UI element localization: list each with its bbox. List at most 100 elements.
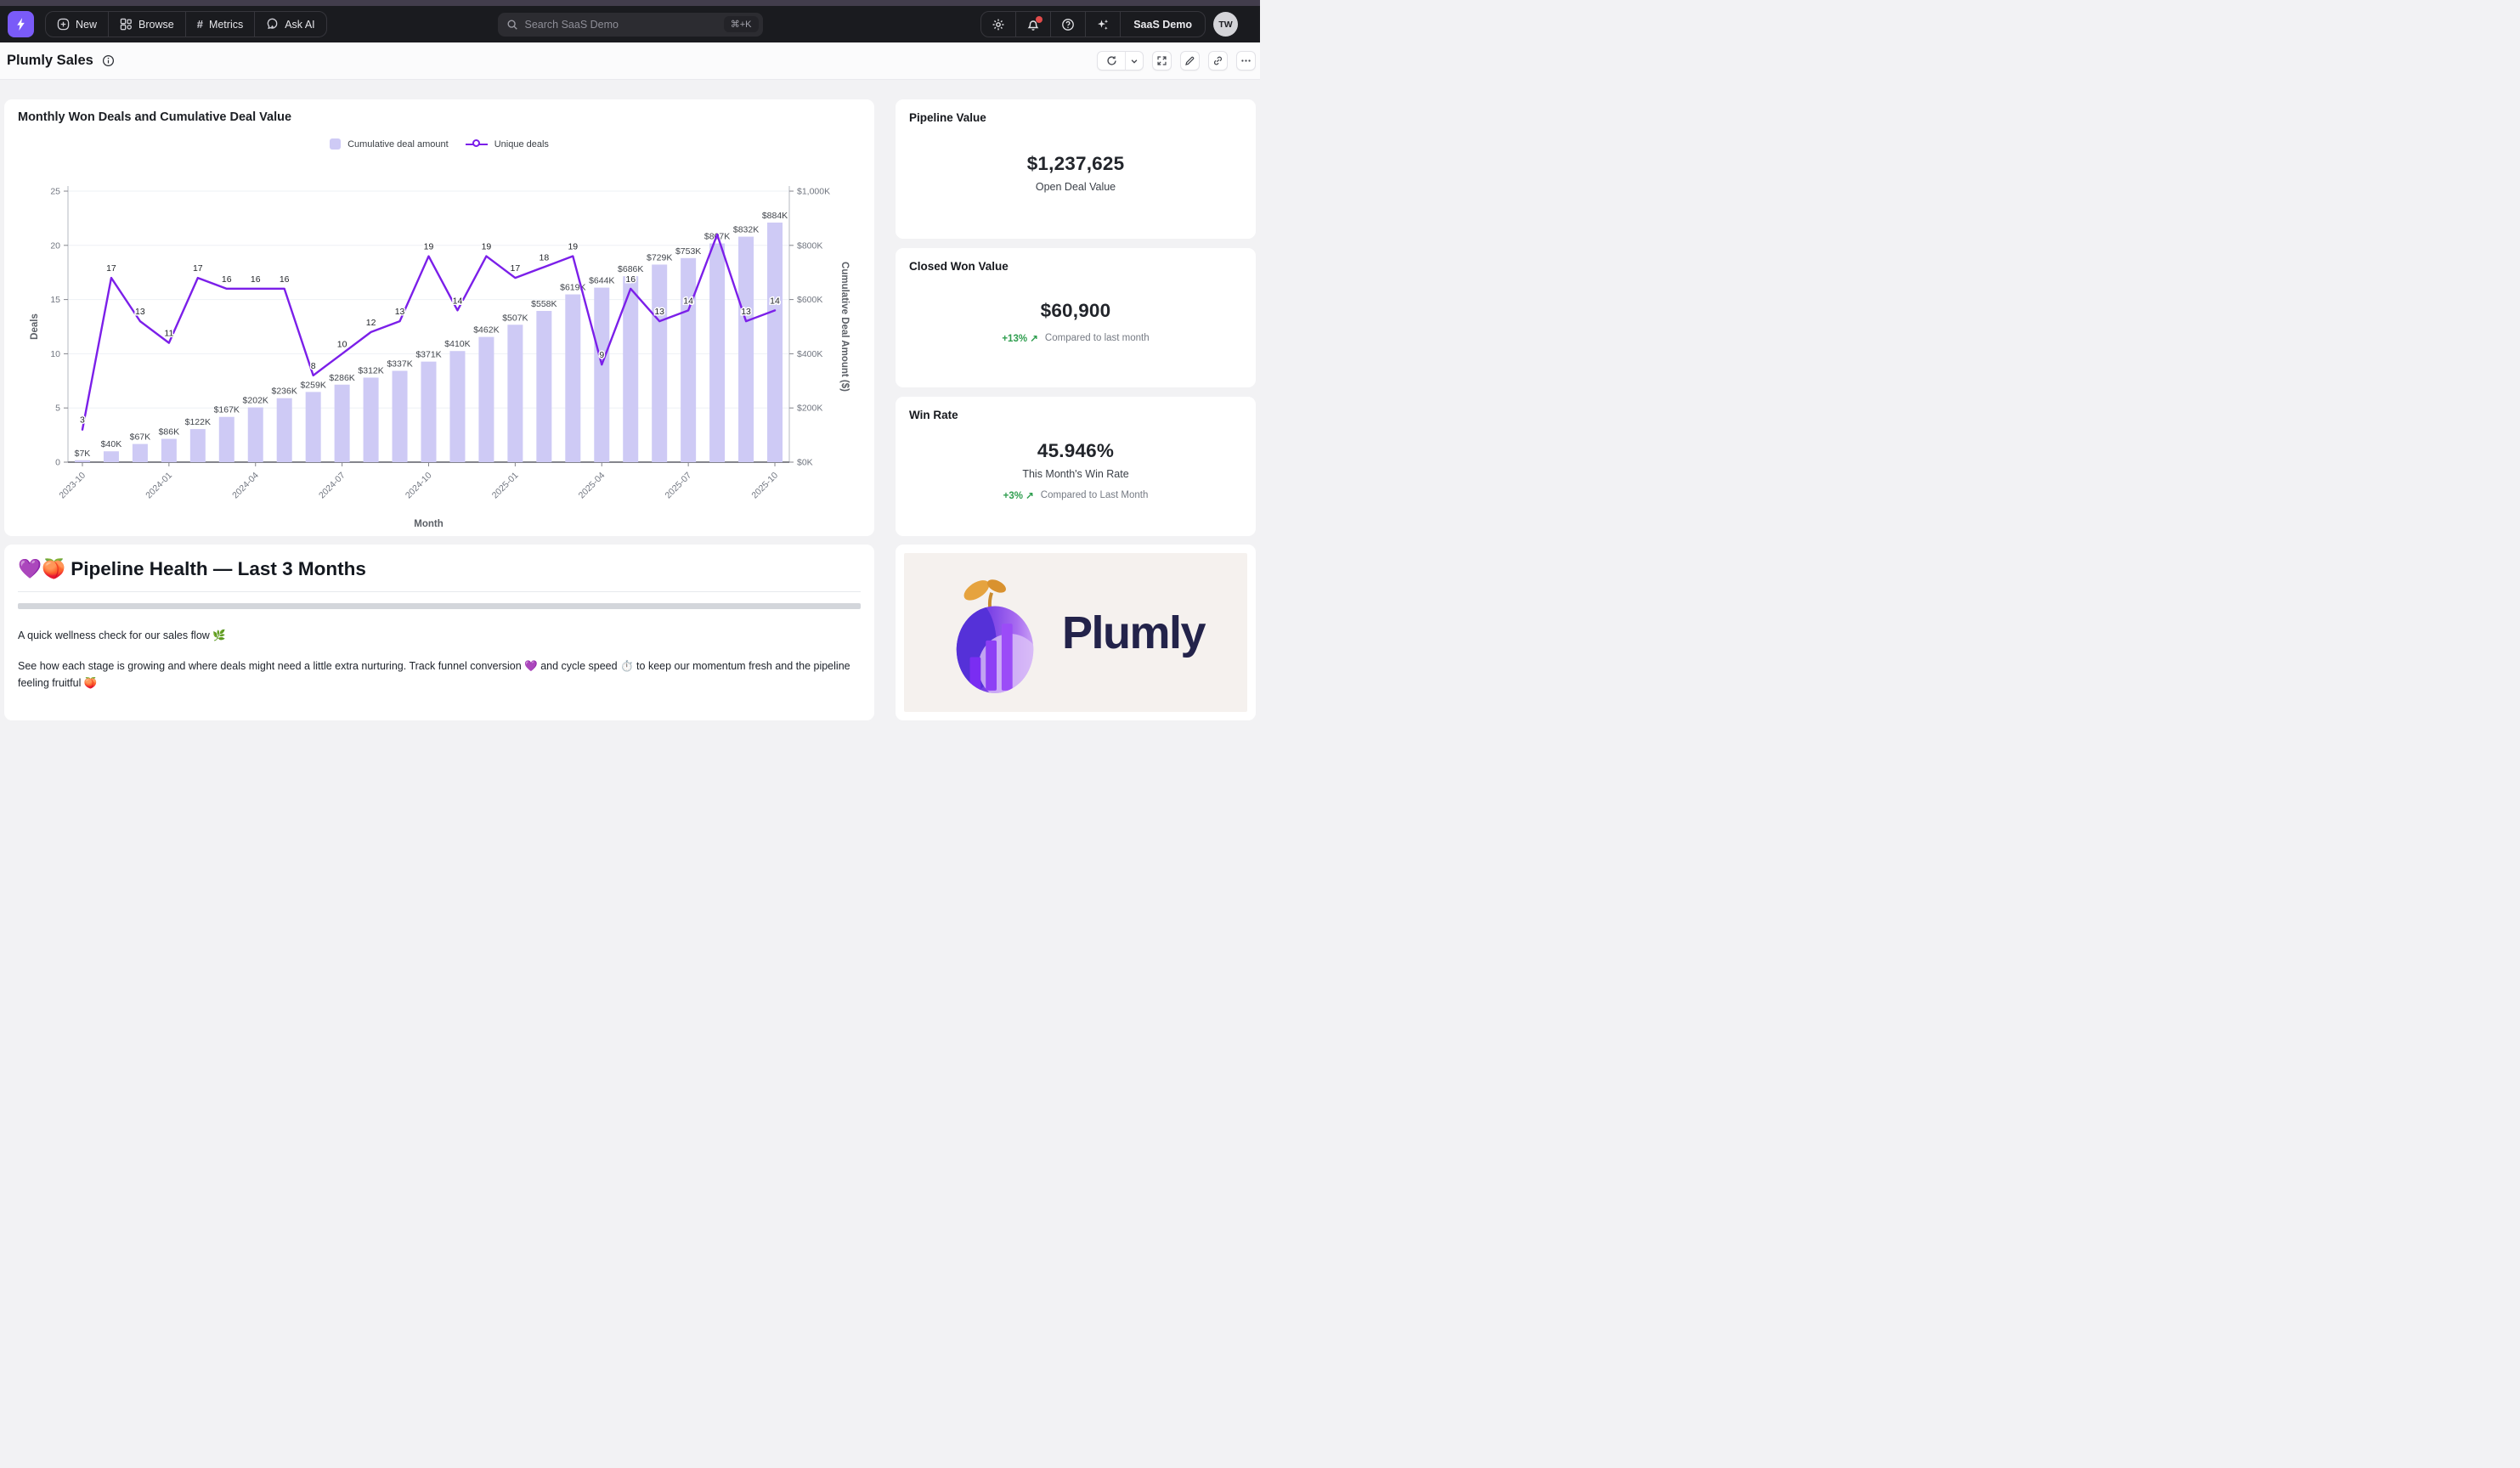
chat-star-icon [266,18,279,31]
refresh-options-button[interactable] [1126,52,1143,70]
ai-assistant-button[interactable] [1086,12,1121,37]
fullscreen-button[interactable] [1152,51,1172,71]
svg-text:$236K: $236K [272,387,297,397]
svg-text:$0K: $0K [797,458,813,468]
chart-tile: Monthly Won Deals and Cumulative Deal Va… [4,99,874,536]
right-column: Pipeline Value $1,237,625 Open Deal Valu… [896,99,1256,720]
svg-text:$259K: $259K [300,380,325,390]
svg-text:0: 0 [55,458,60,468]
search-shortcut-badge: ⌘+K [724,16,759,32]
more-options-button[interactable] [1236,51,1256,71]
svg-text:$644K: $644K [589,276,614,286]
nav-button-group: New Browse # Metrics Ask AI [45,11,327,37]
svg-text:13: 13 [135,307,145,317]
svg-text:$800K: $800K [797,240,822,251]
svg-text:$40K: $40K [101,439,122,449]
avatar-initials: TW [1218,20,1232,30]
workspace-switcher[interactable]: SaaS Demo [1121,12,1205,37]
svg-text:8: 8 [311,361,316,371]
svg-text:13: 13 [741,307,751,317]
brand-wordmark: Plumly [1062,607,1205,659]
svg-text:$507K: $507K [502,313,528,323]
new-button[interactable]: New [46,12,109,37]
left-column: Monthly Won Deals and Cumulative Deal Va… [4,99,874,720]
edit-button[interactable] [1180,51,1200,71]
svg-text:2025-01: 2025-01 [490,471,521,501]
refresh-split-button[interactable] [1097,51,1144,71]
svg-text:2024-01: 2024-01 [144,471,174,501]
svg-text:19: 19 [568,242,578,252]
svg-text:15: 15 [50,295,60,305]
svg-text:$7K: $7K [75,449,91,459]
svg-text:$410K: $410K [444,339,470,349]
svg-text:11: 11 [164,329,173,339]
svg-text:20: 20 [50,240,60,251]
settings-button[interactable] [981,12,1016,37]
svg-text:5: 5 [55,404,60,414]
dashboard-body: Monthly Won Deals and Cumulative Deal Va… [0,80,1260,720]
page-title: Plumly Sales [7,53,93,69]
dashboard-toolbar [1097,51,1256,71]
kpi-subtitle: Open Deal Value [1036,181,1116,193]
svg-text:10: 10 [50,349,60,359]
notifications-button[interactable] [1016,12,1051,37]
ellipsis-icon [1240,55,1252,66]
window-top-strip [0,0,1260,6]
svg-text:$202K: $202K [243,396,268,406]
new-button-label: New [76,19,97,31]
svg-text:16: 16 [251,274,261,285]
ask-ai-button[interactable]: Ask AI [255,12,325,37]
workspace-label: SaaS Demo [1133,19,1192,31]
svg-text:14: 14 [770,296,780,306]
markdown-heading: 💜🍑 Pipeline Health — Last 3 Months [18,558,861,592]
svg-text:$337K: $337K [387,359,412,369]
browse-button[interactable]: Browse [109,12,186,37]
svg-text:$200K: $200K [797,404,822,414]
global-search[interactable]: ⌘+K [498,13,763,37]
svg-text:14: 14 [683,296,693,306]
kpi-delta-note: Compared to Last Month [1041,490,1149,500]
info-icon[interactable] [102,54,115,67]
app-logo[interactable] [8,11,34,37]
metrics-button-label: Metrics [209,19,243,31]
refresh-button[interactable] [1098,52,1126,70]
kpi-delta-note: Compared to last month [1045,333,1150,343]
kpi-win-rate: Win Rate 45.946% This Month's Win Rate +… [896,397,1256,536]
svg-text:10: 10 [337,339,347,349]
top-navbar: New Browse # Metrics Ask AI ⌘+K [0,6,1260,42]
svg-text:$86K: $86K [159,427,180,438]
svg-text:17: 17 [193,263,203,274]
svg-text:2025-07: 2025-07 [664,471,694,501]
refresh-icon [1106,55,1117,66]
svg-text:3: 3 [80,415,85,426]
svg-text:2024-10: 2024-10 [404,471,434,501]
svg-text:$600K: $600K [797,295,822,305]
kpi-pipeline-value: Pipeline Value $1,237,625 Open Deal Valu… [896,99,1256,239]
svg-text:Cumulative Deal Amount ($): Cumulative Deal Amount ($) [839,262,850,392]
svg-text:$167K: $167K [214,405,240,415]
link-icon [1212,55,1223,66]
search-input[interactable] [525,19,724,31]
brand-image-tile: Plumly [896,545,1256,720]
pencil-icon [1184,55,1195,66]
metrics-button[interactable]: # Metrics [186,12,256,37]
brand-image: Plumly [904,553,1247,712]
browse-button-label: Browse [138,19,174,31]
plus-square-icon [57,18,70,31]
svg-text:$558K: $558K [531,299,557,309]
svg-text:$686K: $686K [618,264,643,274]
svg-text:16: 16 [280,274,290,285]
utility-button-group: SaaS Demo [980,11,1206,37]
svg-text:19: 19 [424,242,434,252]
gear-icon [992,18,1005,31]
svg-text:$729K: $729K [647,252,672,263]
page-header: Plumly Sales [0,42,1260,80]
svg-text:$832K: $832K [733,225,759,235]
kpi-delta: +13% ↗ [1002,332,1038,344]
svg-text:17: 17 [511,263,521,274]
help-button[interactable] [1051,12,1086,37]
kpi-title: Closed Won Value [909,260,1242,273]
user-avatar[interactable]: TW [1213,12,1238,37]
svg-text:$1,000K: $1,000K [797,187,830,197]
share-link-button[interactable] [1208,51,1228,71]
